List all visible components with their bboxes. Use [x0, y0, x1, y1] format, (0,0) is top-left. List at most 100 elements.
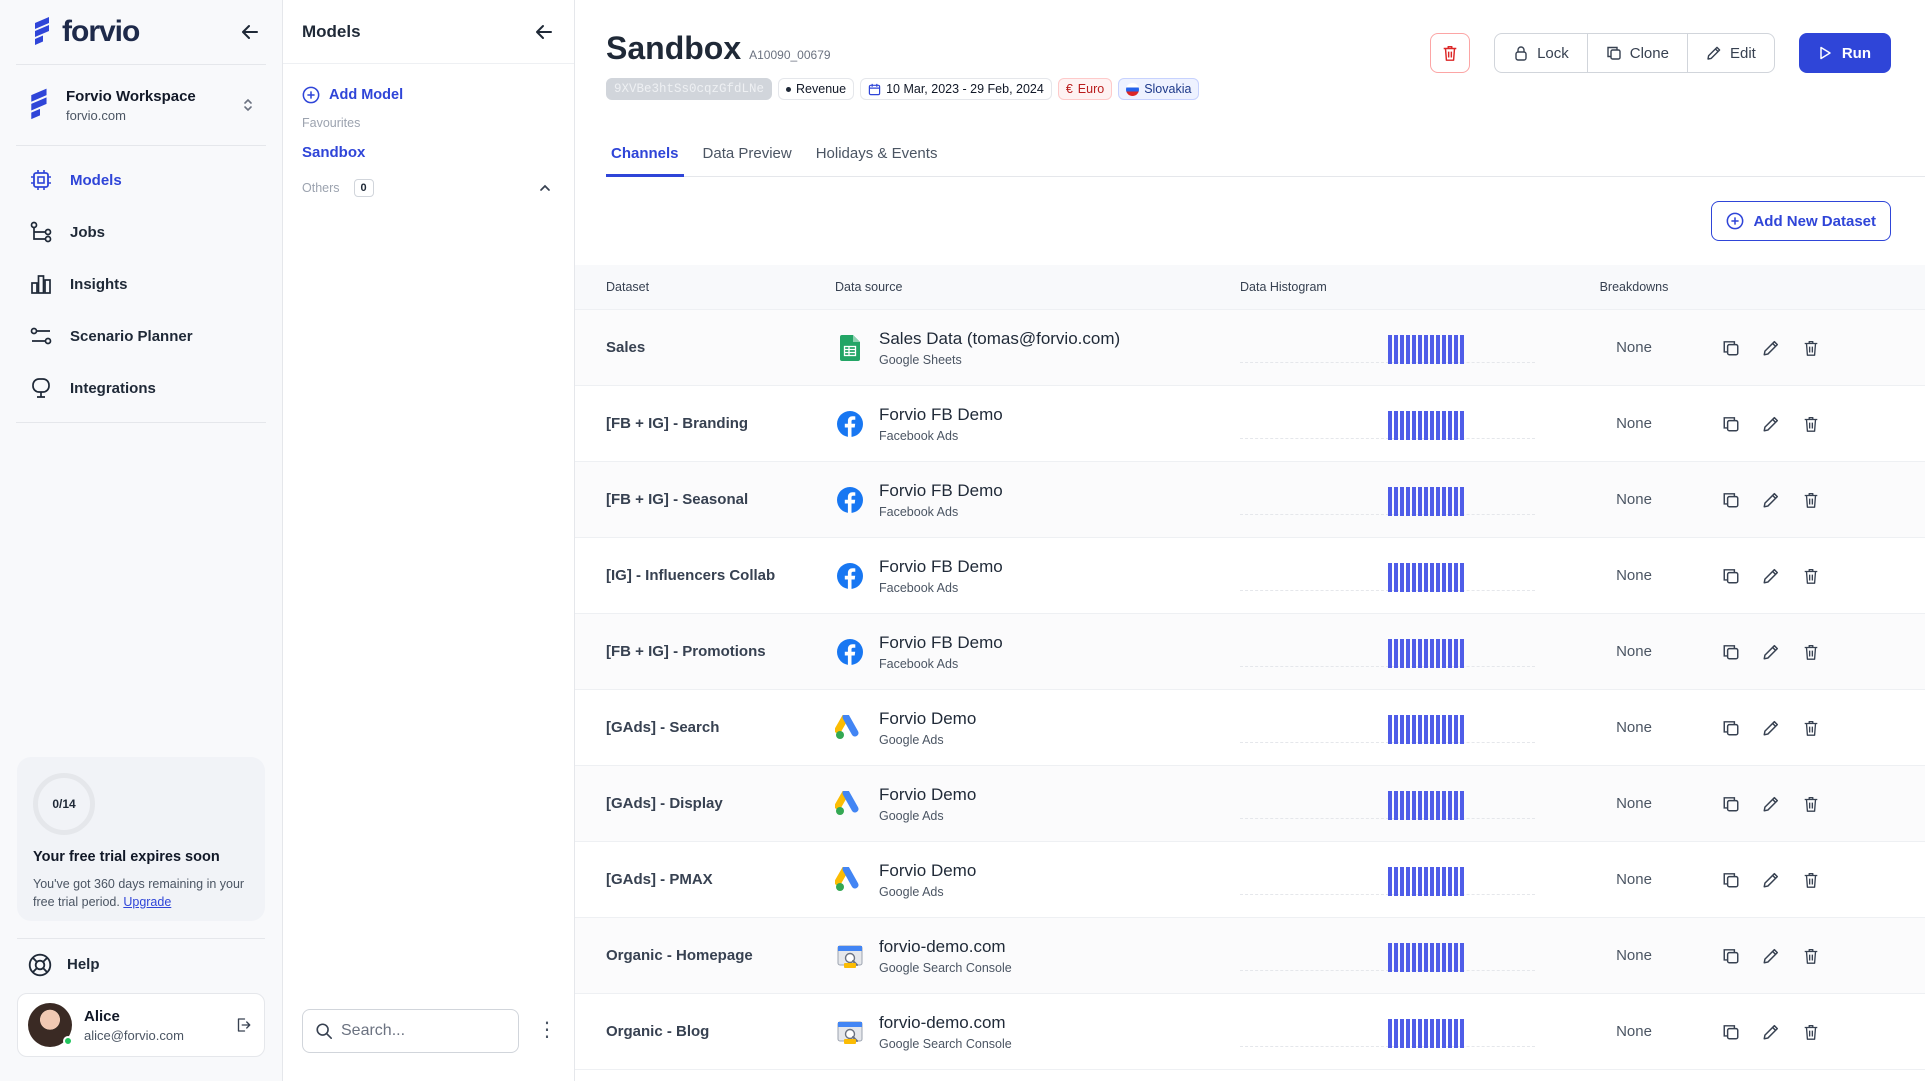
copy-icon[interactable]	[1721, 870, 1741, 890]
others-group-header[interactable]: Others 0	[283, 161, 574, 197]
upgrade-link[interactable]: Upgrade	[123, 895, 171, 909]
histogram-bar	[1418, 866, 1422, 896]
trash-icon[interactable]	[1801, 794, 1821, 814]
histogram-bar	[1412, 714, 1416, 744]
tab-channels[interactable]: Channels	[606, 131, 684, 177]
pencil-icon[interactable]	[1761, 642, 1781, 662]
row-actions	[1693, 1022, 1821, 1042]
trash-icon[interactable]	[1801, 718, 1821, 738]
histogram-bar	[1388, 562, 1392, 592]
workspace-name: Forvio Workspace	[66, 87, 196, 105]
help-label: Help	[67, 956, 100, 973]
histogram-bar	[1454, 334, 1458, 364]
edit-button[interactable]: Edit	[1688, 34, 1774, 72]
trash-icon[interactable]	[1801, 870, 1821, 890]
trash-icon[interactable]	[1801, 566, 1821, 586]
histogram-bar	[1430, 714, 1434, 744]
copy-icon[interactable]	[1721, 794, 1741, 814]
pencil-icon[interactable]	[1761, 946, 1781, 966]
pencil-icon[interactable]	[1761, 794, 1781, 814]
pencil-icon[interactable]	[1761, 490, 1781, 510]
trash-icon[interactable]	[1801, 642, 1821, 662]
table-row[interactable]: [FB + IG] - Promotions Forvio FB Demo Fa…	[575, 614, 1925, 690]
row-actions	[1693, 566, 1821, 586]
row-actions	[1693, 414, 1821, 434]
search-input[interactable]	[341, 1022, 491, 1040]
pencil-icon[interactable]	[1761, 566, 1781, 586]
trash-icon[interactable]	[1801, 1022, 1821, 1042]
table-row[interactable]: [FB + IG] - Seasonal Forvio FB Demo Face…	[575, 462, 1925, 538]
trash-icon[interactable]	[1801, 490, 1821, 510]
trash-icon[interactable]	[1801, 338, 1821, 358]
breakdowns-value: None	[1616, 643, 1652, 660]
nav-item-scenario-planner[interactable]: Scenario Planner	[16, 310, 266, 362]
copy-icon[interactable]	[1721, 490, 1741, 510]
copy-icon[interactable]	[1721, 566, 1741, 586]
lock-button[interactable]: Lock	[1495, 34, 1588, 72]
histogram-bar	[1412, 1018, 1416, 1048]
copy-icon[interactable]	[1721, 946, 1741, 966]
data-source-title: Forvio FB Demo	[879, 480, 1003, 500]
help-link[interactable]: Help	[17, 938, 265, 990]
pencil-icon[interactable]	[1761, 338, 1781, 358]
data-source-cell: Sales Data (tomas@forvio.com) Google She…	[827, 329, 1233, 367]
table-row[interactable]: Organic - Blog forvio-demo.com Google Se…	[575, 994, 1925, 1070]
forvio-logo[interactable]: forvio	[32, 15, 140, 49]
pencil-icon[interactable]	[1761, 718, 1781, 738]
chevron-up-down-icon[interactable]	[242, 97, 254, 113]
table-row[interactable]: [GAds] - PMAX Forvio Demo Google Ads Non…	[575, 842, 1925, 918]
table-row[interactable]: [FB + IG] - Branding Forvio FB Demo Face…	[575, 386, 1925, 462]
trash-icon[interactable]	[1801, 946, 1821, 966]
logout-icon[interactable]	[234, 1016, 252, 1034]
tab-holidays-events[interactable]: Holidays & Events	[811, 131, 943, 177]
more-options-icon[interactable]: ⋮	[537, 1020, 557, 1040]
table-row[interactable]: [GAds] - Search Forvio Demo Google Ads N…	[575, 690, 1925, 766]
copy-icon[interactable]	[1721, 642, 1741, 662]
histogram-bar	[1460, 1018, 1464, 1048]
collapse-sidebar-icon[interactable]	[240, 22, 260, 42]
copy-icon[interactable]	[1721, 414, 1741, 434]
table-row[interactable]: [IG] - Influencers Collab Forvio FB Demo…	[575, 538, 1925, 614]
histogram-bar	[1442, 714, 1446, 744]
main-content: Sandbox A10090_00679 9XVBe3htSs0cqzGfdLN…	[575, 0, 1925, 1081]
histogram-bars	[1388, 790, 1464, 820]
clone-button[interactable]: Clone	[1588, 34, 1688, 72]
copy-icon[interactable]	[1721, 1022, 1741, 1042]
models-icon	[28, 167, 54, 193]
histogram-bar	[1430, 562, 1434, 592]
data-histogram	[1233, 386, 1575, 462]
add-model-button[interactable]: Add Model	[283, 64, 574, 104]
table-row[interactable]: Sales Sales Data (tomas@forvio.com) Goog…	[575, 310, 1925, 386]
delete-model-button[interactable]	[1430, 33, 1471, 73]
workspace-switcher[interactable]: Forvio Workspace forvio.com	[16, 64, 266, 146]
nav-label: Integrations	[70, 379, 156, 397]
user-card[interactable]: Alice alice@forvio.com	[17, 993, 265, 1057]
data-source-cell: Forvio Demo Google Ads	[827, 861, 1233, 899]
nav-item-integrations[interactable]: Integrations	[16, 362, 266, 414]
data-source-cell: Forvio Demo Google Ads	[827, 709, 1233, 747]
google-ads-icon	[835, 713, 865, 743]
table-row[interactable]: [GAds] - Display Forvio Demo Google Ads …	[575, 766, 1925, 842]
model-search[interactable]	[302, 1009, 519, 1053]
table-row[interactable]: Organic - Homepage forvio-demo.com Googl…	[575, 918, 1925, 994]
add-new-dataset-button[interactable]: Add New Dataset	[1711, 201, 1891, 241]
histogram-bar	[1418, 638, 1422, 668]
nav-item-models[interactable]: Models	[16, 154, 266, 206]
google-ads-icon	[835, 865, 865, 895]
datasets-table: Dataset Data source Data Histogram Break…	[575, 265, 1925, 1070]
tab-data-preview[interactable]: Data Preview	[698, 131, 797, 177]
run-button[interactable]: Run	[1798, 33, 1891, 73]
trash-icon[interactable]	[1801, 414, 1821, 434]
collapse-panel-icon[interactable]	[534, 22, 554, 42]
copy-icon[interactable]	[1721, 718, 1741, 738]
favourite-model-sandbox[interactable]: Sandbox	[283, 130, 574, 161]
pencil-icon[interactable]	[1761, 414, 1781, 434]
nav-item-jobs[interactable]: Jobs	[16, 206, 266, 258]
chevron-up-icon[interactable]	[538, 181, 552, 195]
pencil-icon[interactable]	[1761, 870, 1781, 890]
copy-icon[interactable]	[1721, 338, 1741, 358]
histogram-bar	[1442, 334, 1446, 364]
pencil-icon[interactable]	[1761, 1022, 1781, 1042]
histogram-bars	[1388, 866, 1464, 896]
nav-item-insights[interactable]: Insights	[16, 258, 266, 310]
